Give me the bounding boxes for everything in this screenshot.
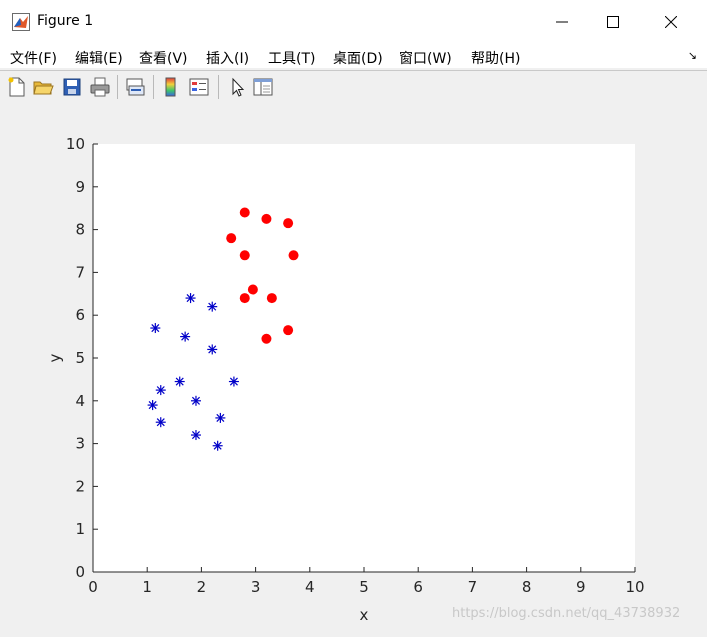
save-button[interactable] <box>61 76 83 98</box>
y-tick-label: 5 <box>75 349 85 367</box>
window-title: Figure 1 <box>37 13 94 29</box>
y-tick-label: 4 <box>75 392 85 410</box>
menu-view[interactable]: 查看(V) <box>139 48 188 68</box>
open-file-button[interactable] <box>32 76 54 98</box>
x-axis-label: x <box>360 606 369 624</box>
save-icon <box>63 78 81 96</box>
menu-tools[interactable]: 工具(T) <box>268 48 315 68</box>
y-tick-label: 7 <box>75 263 85 281</box>
data-point-asterisk <box>174 376 185 387</box>
maximize-button[interactable] <box>590 0 636 44</box>
x-tick-label: 0 <box>88 578 98 596</box>
x-tick-label: 10 <box>625 578 644 596</box>
data-point-asterisk <box>190 395 201 406</box>
menu-insert[interactable]: 插入(I) <box>206 48 249 68</box>
data-point-asterisk <box>155 385 166 396</box>
new-figure-icon <box>8 77 25 97</box>
y-tick-label: 8 <box>75 221 85 239</box>
x-tick-label: 1 <box>142 578 152 596</box>
data-point-circle <box>288 250 299 261</box>
y-axis-label: y <box>46 353 64 362</box>
menu-bar: 文件(F) 编辑(E) 查看(V) 插入(I) 工具(T) 桌面(D) 窗口(W… <box>0 44 707 68</box>
menu-desktop[interactable]: 桌面(D) <box>333 48 383 68</box>
data-point-asterisk <box>190 430 201 441</box>
colorbar-button[interactable] <box>160 76 182 98</box>
x-tick-label: 3 <box>251 578 261 596</box>
data-point-circle <box>261 213 272 224</box>
dock-arrow-icon[interactable]: ↘ <box>688 49 697 62</box>
x-tick-label: 7 <box>468 578 478 596</box>
data-point-circle <box>226 233 237 244</box>
data-point-circle <box>239 250 250 261</box>
colorbar-icon <box>165 77 176 97</box>
property-inspector-button[interactable] <box>252 76 274 98</box>
y-tick-label: 10 <box>66 135 85 153</box>
matlab-icon <box>12 13 30 31</box>
print-button[interactable] <box>89 76 111 98</box>
data-point-circle <box>239 293 250 304</box>
scatter-plot[interactable]: 0 1 2 3 4 5 6 7 8 9 10 0 1 2 3 4 5 6 7 8 9 10 x y <box>0 104 707 633</box>
y-tick-label: 2 <box>75 477 85 495</box>
data-point-asterisk <box>147 400 158 411</box>
x-tick-label: 6 <box>413 578 423 596</box>
data-point-asterisk <box>180 331 191 342</box>
link-plot-button[interactable] <box>124 76 146 98</box>
x-tick-label: 2 <box>197 578 207 596</box>
figure-canvas[interactable]: 0 1 2 3 4 5 6 7 8 9 10 0 1 2 3 4 5 6 7 8 9 10 x y <box>0 104 707 633</box>
data-point-asterisk <box>150 323 161 334</box>
y-tick-label: 6 <box>75 306 85 324</box>
data-point-circle <box>261 333 272 344</box>
y-tick-label: 3 <box>75 435 85 453</box>
legend-button[interactable] <box>188 76 210 98</box>
data-point-asterisk <box>185 293 196 304</box>
data-point-circle <box>283 218 294 229</box>
maximize-icon <box>607 16 619 28</box>
data-point-asterisk <box>207 301 218 312</box>
toolbar-separator <box>218 75 219 99</box>
select-arrow-icon <box>232 77 245 97</box>
watermark-text: https://blog.csdn.net/qq_43738932 <box>452 606 681 621</box>
select-arrow-button[interactable] <box>226 76 248 98</box>
y-tick-label: 1 <box>75 520 85 538</box>
plot-background[interactable] <box>93 144 635 572</box>
property-inspector-icon <box>253 78 273 96</box>
data-point-asterisk <box>207 344 218 355</box>
menu-help[interactable]: 帮助(H) <box>471 48 520 68</box>
open-file-icon <box>33 81 54 95</box>
toolbar-separator <box>153 75 154 99</box>
data-point-circle <box>247 284 258 295</box>
figure-toolbar <box>0 70 707 105</box>
y-tick-label: 0 <box>75 563 85 581</box>
menu-window[interactable]: 窗口(W) <box>399 48 452 68</box>
x-tick-label: 9 <box>576 578 586 596</box>
x-tick-label: 4 <box>305 578 315 596</box>
legend-icon <box>189 78 209 96</box>
data-point-circle <box>239 207 250 218</box>
data-point-circle <box>283 325 294 336</box>
print-icon <box>90 77 110 97</box>
menu-file[interactable]: 文件(F) <box>10 48 57 68</box>
close-icon <box>665 16 677 28</box>
title-bar: Figure 1 <box>0 0 707 44</box>
data-point-circle <box>266 293 277 304</box>
new-figure-button[interactable] <box>6 76 28 98</box>
x-tick-label: 5 <box>359 578 369 596</box>
toolbar-separator <box>117 75 118 99</box>
data-point-asterisk <box>155 417 166 428</box>
data-point-asterisk <box>212 440 223 451</box>
x-tick-label: 8 <box>522 578 532 596</box>
minimize-button[interactable] <box>539 0 585 44</box>
link-plot-icon <box>126 78 145 96</box>
minimize-icon <box>556 21 568 23</box>
data-point-asterisk <box>215 412 226 423</box>
menu-edit[interactable]: 编辑(E) <box>75 48 123 68</box>
close-button[interactable] <box>648 0 694 44</box>
y-tick-label: 9 <box>75 178 85 196</box>
data-point-asterisk <box>228 376 239 387</box>
